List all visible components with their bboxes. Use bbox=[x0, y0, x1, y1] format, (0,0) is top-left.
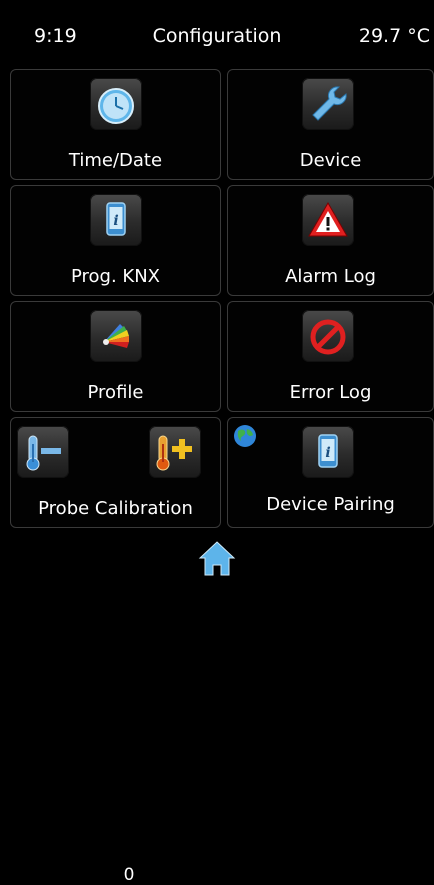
tile-profile[interactable]: Profile bbox=[10, 301, 221, 412]
thermometer-plus-icon bbox=[156, 435, 192, 471]
tile-error-log[interactable]: Error Log bbox=[227, 301, 434, 412]
tile-label-prog-knx: Prog. KNX bbox=[70, 266, 161, 287]
warning-icon-box bbox=[302, 194, 354, 246]
temperature-readout: 29.7 °C bbox=[358, 25, 430, 47]
tile-label-profile: Profile bbox=[87, 382, 144, 403]
tile-label-alarm-log: Alarm Log bbox=[285, 266, 376, 287]
thermometer-minus-button[interactable] bbox=[17, 426, 69, 478]
status-bar: 9:19 Configuration 29.7 °C bbox=[0, 0, 434, 62]
clock-icon bbox=[98, 88, 134, 124]
color-palette-icon bbox=[103, 324, 129, 348]
color-palette-icon-box bbox=[90, 310, 142, 362]
tile-label-device-pairing: Device Pairing bbox=[266, 494, 395, 515]
tile-device[interactable]: Device bbox=[227, 69, 434, 180]
phone-info-icon: i bbox=[318, 434, 338, 468]
svg-text:i: i bbox=[113, 213, 118, 229]
tile-alarm-log[interactable]: Alarm Log bbox=[227, 185, 434, 296]
clock-icon-box bbox=[90, 78, 142, 130]
globe-icon bbox=[234, 425, 256, 447]
wrench-icon-box bbox=[302, 78, 354, 130]
tile-prog-knx[interactable]: i Prog. KNX bbox=[10, 185, 221, 296]
tile-label-probe-calibration: Probe Calibration bbox=[38, 498, 193, 519]
svg-text:i: i bbox=[325, 445, 330, 461]
tile-time-date[interactable]: Time/Date bbox=[10, 69, 221, 180]
phone-info-icon-box: i bbox=[90, 194, 142, 246]
warning-triangle-icon bbox=[308, 201, 348, 237]
tile-label-device: Device bbox=[299, 150, 362, 171]
tile-label-time-date: Time/Date bbox=[68, 150, 163, 171]
home-icon[interactable] bbox=[197, 538, 237, 578]
tile-label-error-log: Error Log bbox=[289, 382, 372, 403]
thermometer-plus-button[interactable] bbox=[149, 426, 201, 478]
tile-probe-calibration[interactable]: 0 Probe Calibration bbox=[10, 417, 221, 885]
phone-info-icon-box: i bbox=[302, 426, 354, 478]
prohibited-icon bbox=[310, 319, 346, 355]
calibration-value: 0 bbox=[123, 865, 135, 885]
wrench-icon bbox=[312, 86, 347, 121]
thermometer-minus-icon bbox=[26, 435, 61, 471]
tile-device-pairing[interactable]: i Device Pairing bbox=[227, 417, 434, 528]
prohibited-icon-box bbox=[302, 310, 354, 362]
phone-info-icon: i bbox=[106, 202, 126, 236]
